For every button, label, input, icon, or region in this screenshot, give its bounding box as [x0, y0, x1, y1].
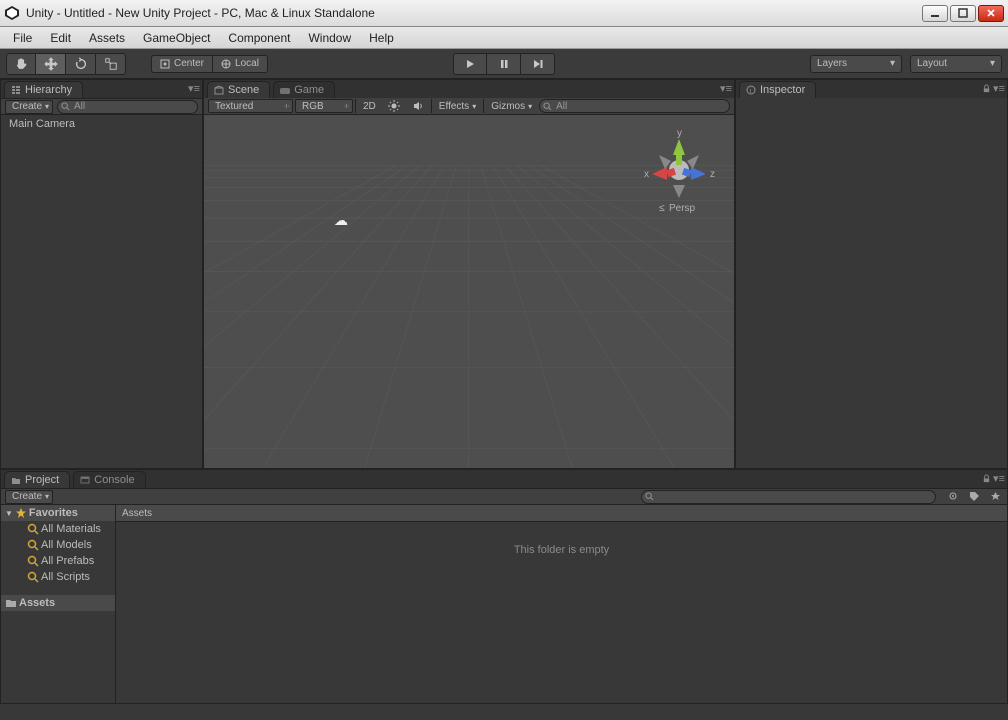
layers-dropdown[interactable]: Layers▾ [810, 55, 902, 73]
menu-assets[interactable]: Assets [80, 29, 134, 47]
tab-project[interactable]: Project [4, 471, 70, 488]
gizmo-axis-icon[interactable]: y x z ≤ [639, 125, 719, 215]
menu-component[interactable]: Component [219, 29, 299, 47]
pivot-group: Center Local [151, 55, 268, 73]
svg-text:≤: ≤ [659, 203, 665, 214]
pause-button[interactable] [487, 53, 521, 75]
menu-gameobject[interactable]: GameObject [134, 29, 219, 47]
inspector-panel: iInspector ▾≡ [735, 79, 1008, 469]
lock-icon[interactable] [982, 474, 991, 483]
menubar: File Edit Assets GameObject Component Wi… [0, 27, 1008, 49]
rotate-tool-button[interactable] [66, 53, 96, 75]
layout-dropdown[interactable]: Layout▾ [910, 55, 1002, 73]
breadcrumb[interactable]: Assets [116, 505, 1007, 522]
scale-tool-button[interactable] [96, 53, 126, 75]
svg-text:y: y [677, 128, 682, 139]
project-content: Assets This folder is empty [116, 505, 1007, 719]
minimize-button[interactable] [922, 5, 948, 22]
project-create-dropdown[interactable]: Create [5, 490, 53, 504]
hierarchy-search-input[interactable]: All [57, 100, 198, 114]
search-by-label-icon[interactable] [967, 489, 982, 504]
toolbar: Center Local Layers▾ Layout▾ [0, 49, 1008, 79]
tab-hierarchy[interactable]: Hierarchy [4, 81, 83, 98]
scene-2d-toggle[interactable]: 2D [358, 99, 381, 113]
unity-logo-icon [4, 5, 20, 21]
scene-panel: Scene Game ▾≡ Textured RGB 2D Effects▾ G… [203, 79, 735, 469]
hierarchy-create-dropdown[interactable]: Create [5, 100, 53, 114]
scene-audio-toggle[interactable] [407, 99, 429, 113]
close-button[interactable] [978, 5, 1004, 22]
window-title: Unity - Untitled - New Unity Project - P… [26, 6, 920, 20]
step-button[interactable] [521, 53, 555, 75]
project-context-icon[interactable]: ▾≡ [982, 472, 1005, 485]
scene-shading-dropdown[interactable]: Textured [208, 99, 293, 113]
empty-folder-label: This folder is empty [116, 544, 1007, 556]
tab-console[interactable]: Console [73, 471, 145, 488]
scene-rgb-dropdown[interactable]: RGB [295, 99, 353, 113]
tab-inspector[interactable]: iInspector [739, 81, 816, 98]
fav-all-materials[interactable]: All Materials [1, 521, 115, 537]
assets-folder[interactable]: Assets [1, 595, 115, 611]
fav-all-prefabs[interactable]: All Prefabs [1, 553, 115, 569]
scene-effects-dropdown[interactable]: Effects▾ [434, 99, 481, 113]
directional-light-icon: ☁ [334, 212, 348, 229]
project-footer [0, 703, 1008, 720]
svg-text:Persp: Persp [669, 203, 696, 214]
scene-gizmos-dropdown[interactable]: Gizmos▾ [486, 99, 537, 113]
scene-viewport[interactable]: ☁ y x z [204, 115, 734, 468]
tab-game[interactable]: Game [273, 81, 335, 98]
maximize-button[interactable] [950, 5, 976, 22]
scene-light-toggle[interactable] [383, 99, 405, 113]
titlebar: Unity - Untitled - New Unity Project - P… [0, 0, 1008, 27]
scene-context-icon[interactable]: ▾≡ [720, 82, 732, 95]
favorites-header[interactable]: ▼ Favorites [1, 505, 115, 521]
move-tool-button[interactable] [36, 53, 66, 75]
hierarchy-item-main-camera[interactable]: Main Camera [1, 115, 202, 133]
fav-all-models[interactable]: All Models [1, 537, 115, 553]
project-search-input[interactable] [641, 490, 936, 504]
svg-text:z: z [710, 169, 715, 180]
play-button[interactable] [453, 53, 487, 75]
lock-icon[interactable] [982, 84, 991, 93]
hierarchy-context-icon[interactable]: ▾≡ [188, 82, 200, 95]
scene-search-input[interactable]: All [539, 99, 730, 113]
menu-help[interactable]: Help [360, 29, 403, 47]
inspector-context-icon[interactable]: ▾≡ [982, 82, 1005, 95]
search-by-type-icon[interactable] [946, 489, 961, 504]
transform-tool-group [6, 53, 126, 75]
svg-text:x: x [644, 169, 649, 180]
project-panel: Project Console ▾≡ Create ▼ [0, 469, 1008, 720]
pivot-center-button[interactable]: Center [151, 55, 213, 73]
play-controls [453, 53, 555, 75]
menu-window[interactable]: Window [299, 29, 360, 47]
save-search-icon[interactable] [988, 489, 1003, 504]
pivot-local-button[interactable]: Local [213, 55, 268, 73]
hierarchy-panel: Hierarchy ▾≡ Create All Main Camera [0, 79, 203, 469]
menu-file[interactable]: File [4, 29, 41, 47]
project-tree: ▼ Favorites All Materials All Models All… [1, 505, 116, 719]
menu-edit[interactable]: Edit [41, 29, 80, 47]
hand-tool-button[interactable] [6, 53, 36, 75]
tab-scene[interactable]: Scene [207, 81, 270, 98]
fav-all-scripts[interactable]: All Scripts [1, 569, 115, 585]
